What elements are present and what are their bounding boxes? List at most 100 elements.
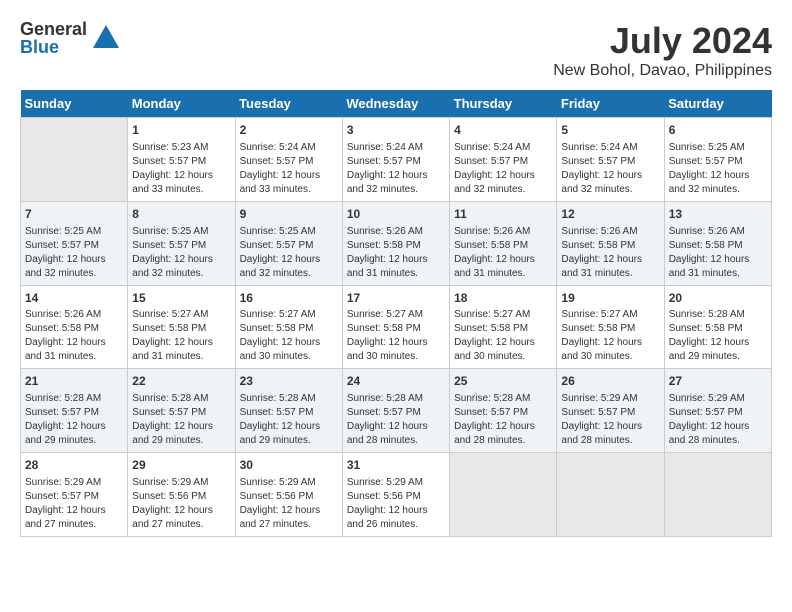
calendar-cell: [450, 453, 557, 537]
calendar-cell: 25 Sunrise: 5:28 AM Sunset: 5:57 PM Dayli…: [450, 369, 557, 453]
day-number: 5: [561, 122, 659, 139]
header-friday: Friday: [557, 90, 664, 118]
cell-content: Sunrise: 5:29 AM Sunset: 5:57 PM Dayligh…: [561, 392, 659, 448]
calendar-cell: 27 Sunrise: 5:29 AM Sunset: 5:57 PM Dayli…: [664, 369, 771, 453]
table-row: 1 Sunrise: 5:23 AM Sunset: 5:57 PM Daylig…: [21, 118, 772, 202]
cell-content: Sunrise: 5:25 AM Sunset: 5:57 PM Dayligh…: [25, 225, 123, 281]
header-thursday: Thursday: [450, 90, 557, 118]
cell-content: Sunrise: 5:27 AM Sunset: 5:58 PM Dayligh…: [132, 308, 230, 364]
day-number: 24: [347, 373, 445, 390]
day-number: 7: [25, 206, 123, 223]
header-row: Sunday Monday Tuesday Wednesday Thursday…: [21, 90, 772, 118]
calendar-table: Sunday Monday Tuesday Wednesday Thursday…: [20, 90, 772, 537]
day-number: 8: [132, 206, 230, 223]
logo-general: General: [20, 20, 87, 38]
cell-content: Sunrise: 5:29 AM Sunset: 5:57 PM Dayligh…: [25, 476, 123, 532]
table-row: 14Sunrise: 5:26 AM Sunset: 5:58 PM Dayli…: [21, 285, 772, 369]
table-row: 28 Sunrise: 5:29 AM Sunset: 5:57 PM Dayli…: [21, 453, 772, 537]
day-number: 2: [240, 122, 338, 139]
cell-content: Sunrise: 5:29 AM Sunset: 5:56 PM Dayligh…: [132, 476, 230, 532]
day-number: 22: [132, 373, 230, 390]
logo-text: General Blue: [20, 20, 87, 56]
day-number: 13: [669, 206, 767, 223]
day-number: 6: [669, 122, 767, 139]
cell-content: Sunrise: 5:28 AM Sunset: 5:57 PM Dayligh…: [454, 392, 552, 448]
day-number: 1: [132, 122, 230, 139]
day-number: 28: [25, 457, 123, 474]
calendar-cell: 24Sunrise: 5:28 AM Sunset: 5:57 PM Dayli…: [342, 369, 449, 453]
cell-content: Sunrise: 5:27 AM Sunset: 5:58 PM Dayligh…: [347, 308, 445, 364]
calendar-cell: 28 Sunrise: 5:29 AM Sunset: 5:57 PM Dayli…: [21, 453, 128, 537]
calendar-cell: 3Sunrise: 5:24 AM Sunset: 5:57 PM Daylig…: [342, 118, 449, 202]
cell-content: Sunrise: 5:26 AM Sunset: 5:58 PM Dayligh…: [454, 225, 552, 281]
calendar-cell: [664, 453, 771, 537]
day-number: 23: [240, 373, 338, 390]
calendar-cell: 11Sunrise: 5:26 AM Sunset: 5:58 PM Dayli…: [450, 201, 557, 285]
day-number: 30: [240, 457, 338, 474]
cell-content: Sunrise: 5:28 AM Sunset: 5:57 PM Dayligh…: [25, 392, 123, 448]
day-number: 14: [25, 290, 123, 307]
day-number: 16: [240, 290, 338, 307]
calendar-cell: 10Sunrise: 5:26 AM Sunset: 5:58 PM Dayli…: [342, 201, 449, 285]
cell-content: Sunrise: 5:24 AM Sunset: 5:57 PM Dayligh…: [454, 141, 552, 197]
cell-content: Sunrise: 5:28 AM Sunset: 5:57 PM Dayligh…: [240, 392, 338, 448]
subtitle: New Bohol, Davao, Philippines: [553, 62, 772, 80]
cell-content: Sunrise: 5:23 AM Sunset: 5:57 PM Dayligh…: [132, 141, 230, 197]
cell-content: Sunrise: 5:27 AM Sunset: 5:58 PM Dayligh…: [240, 308, 338, 364]
logo: General Blue: [20, 20, 121, 56]
cell-content: Sunrise: 5:24 AM Sunset: 5:57 PM Dayligh…: [561, 141, 659, 197]
calendar-cell: 19Sunrise: 5:27 AM Sunset: 5:58 PM Dayli…: [557, 285, 664, 369]
table-row: 21Sunrise: 5:28 AM Sunset: 5:57 PM Dayli…: [21, 369, 772, 453]
calendar-cell: 20Sunrise: 5:28 AM Sunset: 5:58 PM Dayli…: [664, 285, 771, 369]
cell-content: Sunrise: 5:29 AM Sunset: 5:56 PM Dayligh…: [240, 476, 338, 532]
calendar-cell: 9Sunrise: 5:25 AM Sunset: 5:57 PM Daylig…: [235, 201, 342, 285]
calendar-cell: 29 Sunrise: 5:29 AM Sunset: 5:56 PM Dayli…: [128, 453, 235, 537]
table-row: 7 Sunrise: 5:25 AM Sunset: 5:57 PM Daylig…: [21, 201, 772, 285]
cell-content: Sunrise: 5:25 AM Sunset: 5:57 PM Dayligh…: [240, 225, 338, 281]
cell-content: Sunrise: 5:29 AM Sunset: 5:56 PM Dayligh…: [347, 476, 445, 532]
calendar-cell: [557, 453, 664, 537]
calendar-cell: 16Sunrise: 5:27 AM Sunset: 5:58 PM Dayli…: [235, 285, 342, 369]
cell-content: Sunrise: 5:28 AM Sunset: 5:58 PM Dayligh…: [669, 308, 767, 364]
cell-content: Sunrise: 5:24 AM Sunset: 5:57 PM Dayligh…: [240, 141, 338, 197]
day-number: 12: [561, 206, 659, 223]
cell-content: Sunrise: 5:26 AM Sunset: 5:58 PM Dayligh…: [347, 225, 445, 281]
day-number: 18: [454, 290, 552, 307]
cell-content: Sunrise: 5:25 AM Sunset: 5:57 PM Dayligh…: [132, 225, 230, 281]
calendar-cell: 5 Sunrise: 5:24 AM Sunset: 5:57 PM Daylig…: [557, 118, 664, 202]
day-number: 4: [454, 122, 552, 139]
day-number: 17: [347, 290, 445, 307]
day-number: 15: [132, 290, 230, 307]
calendar-cell: 18Sunrise: 5:27 AM Sunset: 5:58 PM Dayli…: [450, 285, 557, 369]
calendar-cell: 31 Sunrise: 5:29 AM Sunset: 5:56 PM Dayli…: [342, 453, 449, 537]
calendar-cell: 4 Sunrise: 5:24 AM Sunset: 5:57 PM Daylig…: [450, 118, 557, 202]
calendar-cell: 15Sunrise: 5:27 AM Sunset: 5:58 PM Dayli…: [128, 285, 235, 369]
cell-content: Sunrise: 5:29 AM Sunset: 5:57 PM Dayligh…: [669, 392, 767, 448]
calendar-cell: 14Sunrise: 5:26 AM Sunset: 5:58 PM Dayli…: [21, 285, 128, 369]
day-number: 29: [132, 457, 230, 474]
calendar-cell: 8 Sunrise: 5:25 AM Sunset: 5:57 PM Daylig…: [128, 201, 235, 285]
logo-blue: Blue: [20, 38, 87, 56]
header-wednesday: Wednesday: [342, 90, 449, 118]
calendar-cell: 26 Sunrise: 5:29 AM Sunset: 5:57 PM Dayli…: [557, 369, 664, 453]
calendar-cell: [21, 118, 128, 202]
day-number: 27: [669, 373, 767, 390]
calendar-cell: 22 Sunrise: 5:28 AM Sunset: 5:57 PM Dayli…: [128, 369, 235, 453]
day-number: 31: [347, 457, 445, 474]
cell-content: Sunrise: 5:26 AM Sunset: 5:58 PM Dayligh…: [669, 225, 767, 281]
calendar-cell: 6 Sunrise: 5:25 AM Sunset: 5:57 PM Daylig…: [664, 118, 771, 202]
title-section: July 2024 New Bohol, Davao, Philippines: [553, 20, 772, 80]
day-number: 26: [561, 373, 659, 390]
day-number: 19: [561, 290, 659, 307]
day-number: 25: [454, 373, 552, 390]
header-tuesday: Tuesday: [235, 90, 342, 118]
cell-content: Sunrise: 5:24 AM Sunset: 5:57 PM Dayligh…: [347, 141, 445, 197]
cell-content: Sunrise: 5:25 AM Sunset: 5:57 PM Dayligh…: [669, 141, 767, 197]
cell-content: Sunrise: 5:28 AM Sunset: 5:57 PM Dayligh…: [132, 392, 230, 448]
cell-content: Sunrise: 5:27 AM Sunset: 5:58 PM Dayligh…: [454, 308, 552, 364]
calendar-cell: 1 Sunrise: 5:23 AM Sunset: 5:57 PM Daylig…: [128, 118, 235, 202]
calendar-cell: 13 Sunrise: 5:26 AM Sunset: 5:58 PM Dayli…: [664, 201, 771, 285]
header-saturday: Saturday: [664, 90, 771, 118]
header-monday: Monday: [128, 90, 235, 118]
calendar-cell: 17Sunrise: 5:27 AM Sunset: 5:58 PM Dayli…: [342, 285, 449, 369]
